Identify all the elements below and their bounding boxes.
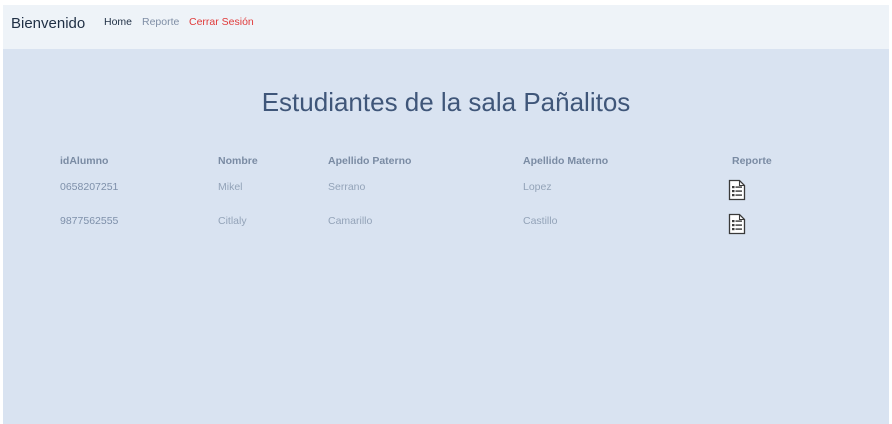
column-header-apellido-paterno: Apellido Paterno <box>328 155 412 167</box>
navbar-brand: Bienvenido <box>11 15 86 32</box>
page-title: Estudiantes de la sala Pañalitos <box>261 87 631 117</box>
cell-nombre: Citlaly <box>218 215 247 227</box>
nav-link-logout[interactable]: Cerrar Sesión <box>189 16 254 28</box>
nav-link-reporte[interactable]: Reporte <box>142 16 179 28</box>
column-header-apellido-materno: Apellido Materno <box>523 155 609 167</box>
column-header-nombre: Nombre <box>218 155 258 167</box>
report-document-icon[interactable] <box>728 179 746 201</box>
nav-link-home[interactable]: Home <box>104 16 132 28</box>
page-frame: Bienvenido Home Reporte Cerrar Sesión Es… <box>3 5 889 424</box>
cell-apellido-paterno: Camarillo <box>328 215 373 227</box>
cell-nombre: Mikel <box>218 181 243 193</box>
cell-id: 9877562555 <box>60 215 119 227</box>
cell-apellido-paterno: Serrano <box>328 181 366 193</box>
column-header-reporte: Reporte <box>732 155 772 167</box>
navbar: Bienvenido Home Reporte Cerrar Sesión <box>3 5 889 49</box>
report-document-icon[interactable] <box>728 213 746 235</box>
cell-apellido-materno: Castillo <box>523 215 558 227</box>
cell-id: 0658207251 <box>60 181 119 193</box>
cell-apellido-materno: Lopez <box>523 181 552 193</box>
column-header-id: idAlumno <box>60 155 109 167</box>
